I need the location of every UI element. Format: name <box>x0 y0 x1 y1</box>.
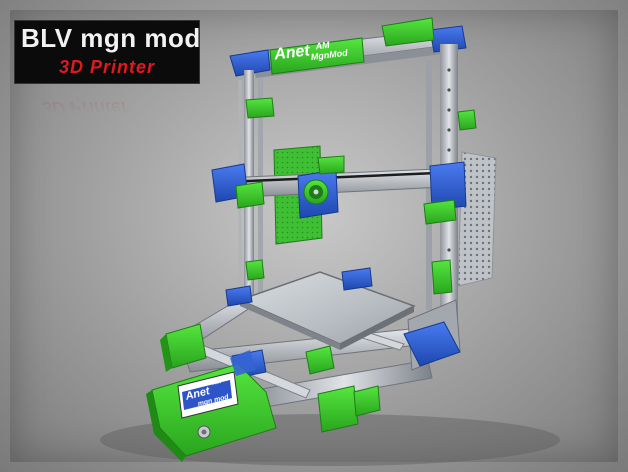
logo-title: BLV mgn mod <box>21 23 201 53</box>
logo-reflection-text: 3D Printer <box>42 98 129 114</box>
x-end-left-green <box>235 181 265 209</box>
printer-render: Anet AM MgnMod Anet AM mgn mod BLV mgn m… <box>0 0 628 472</box>
left-z-block-bottom <box>245 259 265 281</box>
logo-subtitle: 3D Printer <box>58 57 156 77</box>
lcd-brand-line2: AM <box>211 378 223 388</box>
logo-box: BLV mgn mod 3D Printer <box>14 20 200 84</box>
right-z-block-top <box>457 109 477 131</box>
x-end-right-green <box>423 199 457 225</box>
logo-reflection: 3D Printer <box>14 84 198 114</box>
rear-right-corner <box>317 385 359 433</box>
base-frame-front-rail <box>183 327 427 373</box>
part-cooling-duct <box>317 155 345 175</box>
frame-brand-line1: Anet <box>273 42 311 64</box>
left-z-block-top <box>245 97 275 119</box>
right-z-block-bottom <box>431 259 453 295</box>
bed-bracket-left <box>225 285 253 307</box>
bed-bracket-rear <box>341 267 373 291</box>
